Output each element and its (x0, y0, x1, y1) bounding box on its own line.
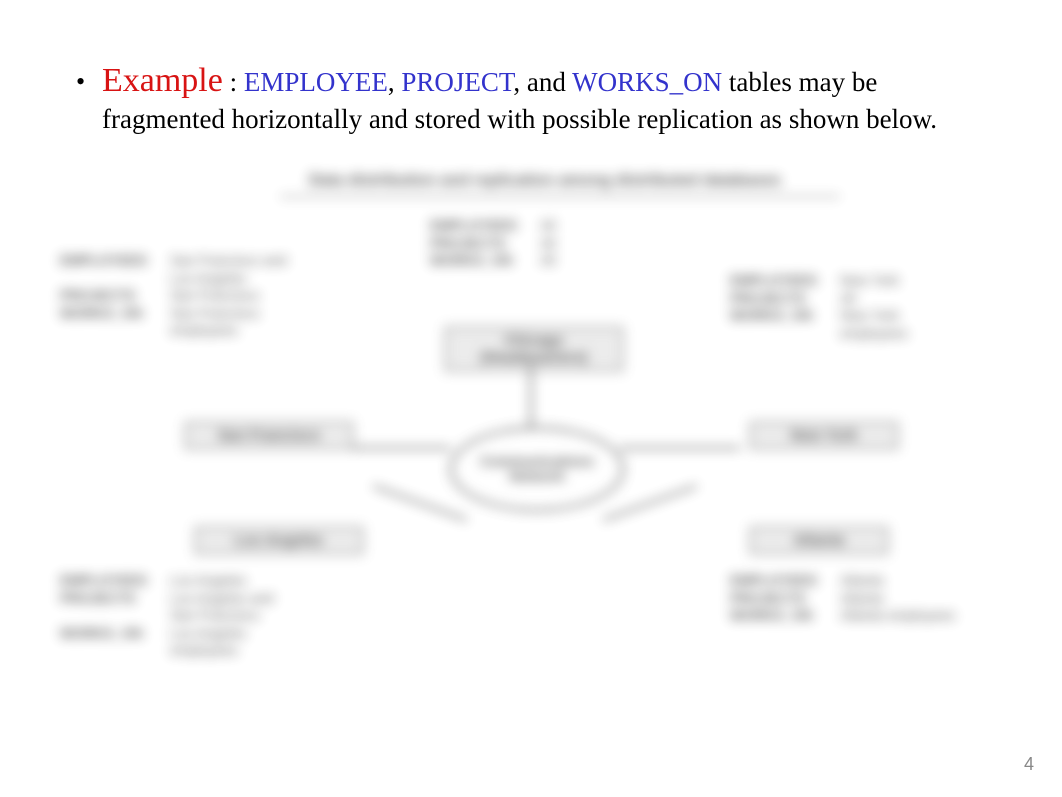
ny-proj-val: All (840, 290, 970, 308)
line-hq (530, 367, 532, 427)
at-proj-val: Atlanta (840, 590, 970, 608)
example-word: Example (102, 62, 223, 99)
center-node: Communications Network (450, 427, 624, 511)
ny-works-lbl: WORKS_ON (730, 307, 840, 325)
ny-proj-lbl: PROJECTS (730, 290, 840, 308)
slide: • Example : EMPLOYEE, PROJECT, and WORKS… (0, 0, 1062, 797)
sf-emp-lbl: EMPLOYEES (60, 252, 170, 270)
la-proj-lbl: PROJECTS (60, 590, 170, 608)
colon: : (223, 67, 244, 97)
hq-works-val: All (540, 252, 670, 270)
sf-works-lbl: WORKS_ON (60, 305, 170, 323)
table-name-project: PROJECT (401, 67, 513, 97)
la-box: Los Angeles (195, 527, 363, 554)
line-at (603, 485, 698, 521)
hq-proj-val: All (540, 235, 670, 253)
sf-proj-val: San Francisco (170, 287, 300, 305)
sf-table: EMPLOYEESSan Francisco and Los Angeles P… (60, 252, 320, 340)
sep1: , (388, 67, 402, 97)
at-proj-lbl: PROJECTS (730, 590, 840, 608)
la-proj-val: Los Angeles and San Francisco (170, 590, 300, 625)
table-name-workson: WORKS_ON (572, 67, 722, 97)
sf-proj-lbl: PROJECTS (60, 287, 170, 305)
at-works-val: Atlanta employees (840, 607, 970, 625)
la-emp-val: Los Angeles (170, 572, 300, 590)
bullet-paragraph: • Example : EMPLOYEE, PROJECT, and WORKS… (78, 60, 978, 136)
hq-emp-val: All (540, 217, 670, 235)
distribution-diagram: Data distribution and replication among … (130, 172, 960, 742)
hq-box: Chicago (Headquarters) (445, 327, 623, 371)
ny-table: EMPLOYEESNew York PROJECTSAll WORKS_ONNe… (730, 272, 990, 342)
at-emp-val: Atlanta (840, 572, 970, 590)
sf-box: San Francisco (185, 422, 353, 449)
diagram-title-underline (280, 196, 840, 197)
la-works-val: Los Angeles employees (170, 625, 300, 660)
hq-works-lbl: WORKS_ON (430, 252, 540, 270)
bullet-text: Example : EMPLOYEE, PROJECT, and WORKS_O… (102, 60, 978, 136)
line-la (373, 485, 468, 521)
at-works-lbl: WORKS_ON (730, 607, 840, 625)
line-ny (620, 447, 740, 449)
table-name-employee: EMPLOYEE (244, 67, 388, 97)
page-number: 4 (1024, 754, 1034, 775)
hq-table: EMPLOYEESAll PROJECTSAll WORKS_ONAll (430, 217, 690, 270)
ny-emp-val: New York (840, 272, 970, 290)
sf-emp-val: San Francisco and Los Angeles (170, 252, 300, 287)
hq-emp-lbl: EMPLOYEES (430, 217, 540, 235)
ny-emp-lbl: EMPLOYEES (730, 272, 840, 290)
bullet-dot-icon: • (76, 66, 85, 99)
at-table: EMPLOYEESAtlanta PROJECTSAtlanta WORKS_O… (730, 572, 990, 625)
sf-works-val: San Francisco employees (170, 305, 300, 340)
ny-works-val: New York employees (840, 307, 970, 342)
la-table: EMPLOYEESLos Angeles PROJECTSLos Angeles… (60, 572, 320, 660)
at-emp-lbl: EMPLOYEES (730, 572, 840, 590)
diagram-title: Data distribution and replication among … (130, 172, 960, 190)
sep2: , and (513, 67, 572, 97)
la-works-lbl: WORKS_ON (60, 625, 170, 643)
la-emp-lbl: EMPLOYEES (60, 572, 170, 590)
hq-proj-lbl: PROJECTS (430, 235, 540, 253)
ny-box: New York (750, 422, 898, 449)
at-box: Atlanta (750, 527, 888, 554)
